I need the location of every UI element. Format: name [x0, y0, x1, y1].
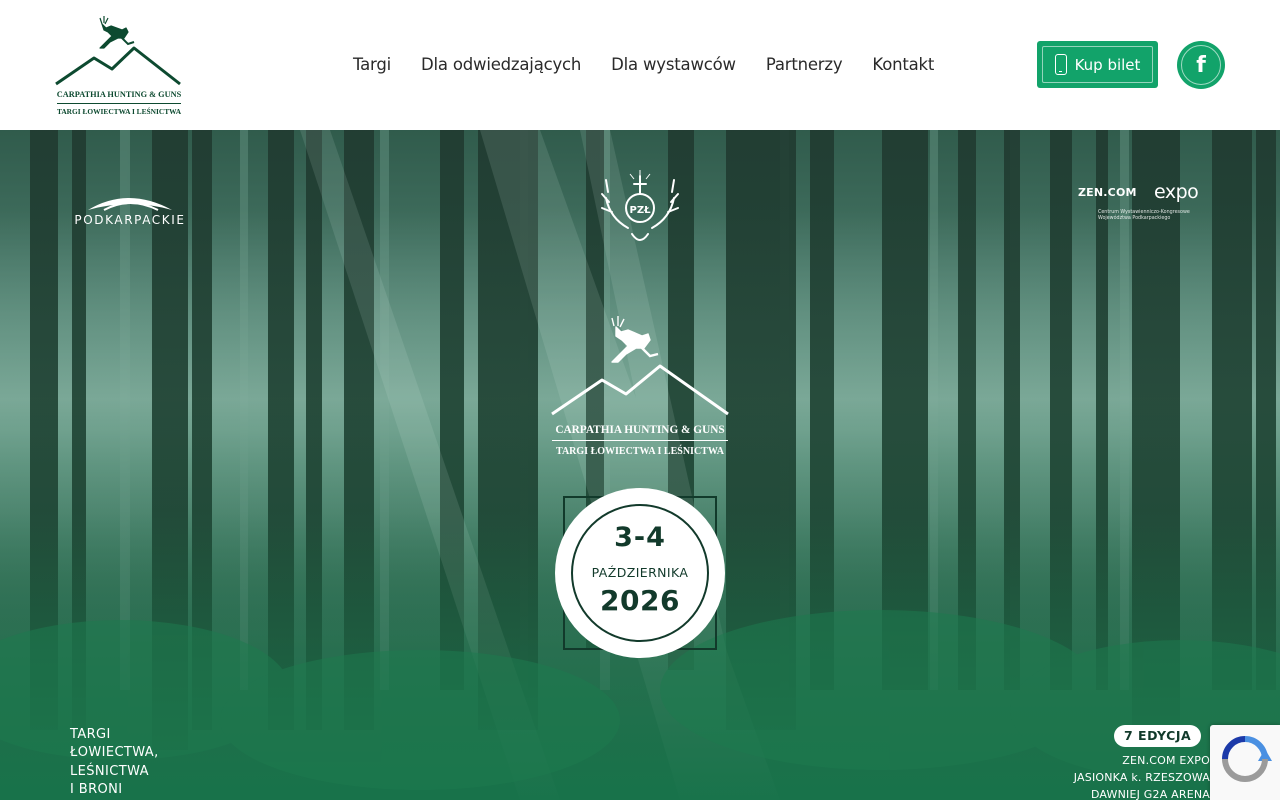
nav-item-partnerzy[interactable]: Partnerzy	[751, 52, 858, 78]
podkarpackie-label: PODKARPACKIE	[74, 213, 186, 227]
facebook-icon: f	[1181, 45, 1221, 85]
zen-subtitle: Centrum Wystawienniczo-Kongresowe Wojewó…	[1098, 210, 1190, 222]
podkarpackie-emblem-icon	[88, 198, 172, 211]
main-nav: Targi Dla odwiedzających Dla wystawców P…	[338, 52, 949, 78]
nav-item-kontakt[interactable]: Kontakt	[857, 52, 949, 78]
tagline-line: TARGI	[70, 727, 111, 742]
zen-expo-label: expo	[1154, 181, 1199, 203]
site-header: CARPATHIA HUNTING & GUNS TARGI ŁOWIECTWA…	[0, 0, 1280, 130]
edition-badge: 7 EDYCJA	[1114, 725, 1202, 747]
venue-line: JASIONKA k. RZESZOWA	[1073, 771, 1210, 784]
logo-subtitle: TARGI ŁOWIECTWA I LEŚNICTWA	[56, 107, 182, 116]
event-logo-subtitle: TARGI ŁOWIECTWA I LEŚNICTWA	[556, 446, 724, 457]
buy-ticket-label: Kup bilet	[1074, 55, 1141, 74]
tagline-line: I BRONI	[70, 781, 123, 797]
hero-tagline: TARGI ŁOWIECTWA, LEŚNICTWA I BRONI	[70, 726, 159, 799]
zen-expo-logo[interactable]: ZEN.COM expo Centrum Wystawienniczo-Kong…	[1076, 181, 1212, 226]
pzl-label: PZŁ	[629, 205, 651, 216]
podkarpackie-logo[interactable]: PODKARPACKIE	[68, 190, 192, 228]
event-logo-title: CARPATHIA HUNTING & GUNS	[555, 424, 725, 436]
venue-line: ZEN.COM EXPO	[1122, 754, 1210, 767]
facebook-glyph: f	[1196, 52, 1206, 78]
tagline-line: ŁOWIECTWA,	[70, 745, 159, 761]
event-days: 3-4	[614, 522, 666, 553]
phone-icon	[1054, 54, 1067, 75]
buy-ticket-button[interactable]: Kup bilet	[1037, 41, 1158, 88]
tagline-line: LEŚNICTWA	[70, 763, 149, 779]
logo-title: CARPATHIA HUNTING & GUNS	[56, 90, 182, 99]
zen-sub-line-2: Województwa Podkarpackiego	[1098, 216, 1171, 221]
event-year: 2026	[600, 584, 680, 617]
deer-mountain-icon	[55, 16, 181, 86]
event-logo: CARPATHIA HUNTING & GUNS TARGI ŁOWIECTWA…	[548, 316, 732, 462]
recaptcha-badge[interactable]	[1210, 725, 1280, 800]
nav-item-dla-wystawcow[interactable]: Dla wystawców	[596, 52, 751, 78]
pzl-logo[interactable]: PZŁ	[600, 168, 680, 248]
event-logo-divider	[552, 440, 728, 442]
deer-mountain-icon	[551, 316, 729, 416]
venue-info: ZEN.COM EXPO JASIONKA k. RZESZOWA DAWNIE…	[1074, 752, 1210, 800]
event-month: PAŹDZIERNIKA	[591, 565, 689, 580]
nav-item-targi[interactable]: Targi	[338, 52, 406, 78]
logo-divider	[57, 103, 181, 104]
zen-brand: ZEN.COM	[1078, 186, 1137, 199]
pzl-antlers-icon: PZŁ	[601, 170, 679, 241]
facebook-button[interactable]: f	[1177, 41, 1225, 89]
hero-section: PODKARPACKIE PZŁ ZEN.COM expo Centrum Wy…	[0, 130, 1280, 800]
buy-ticket-frame: Kup bilet	[1042, 46, 1153, 83]
site-logo[interactable]: CARPATHIA HUNTING & GUNS TARGI ŁOWIECTWA…	[54, 14, 184, 118]
venue-line: DAWNIEJ G2A ARENA	[1090, 788, 1210, 800]
nav-item-dla-odwiedzajacych[interactable]: Dla odwiedzających	[406, 52, 596, 78]
recaptcha-icon	[1222, 736, 1272, 782]
